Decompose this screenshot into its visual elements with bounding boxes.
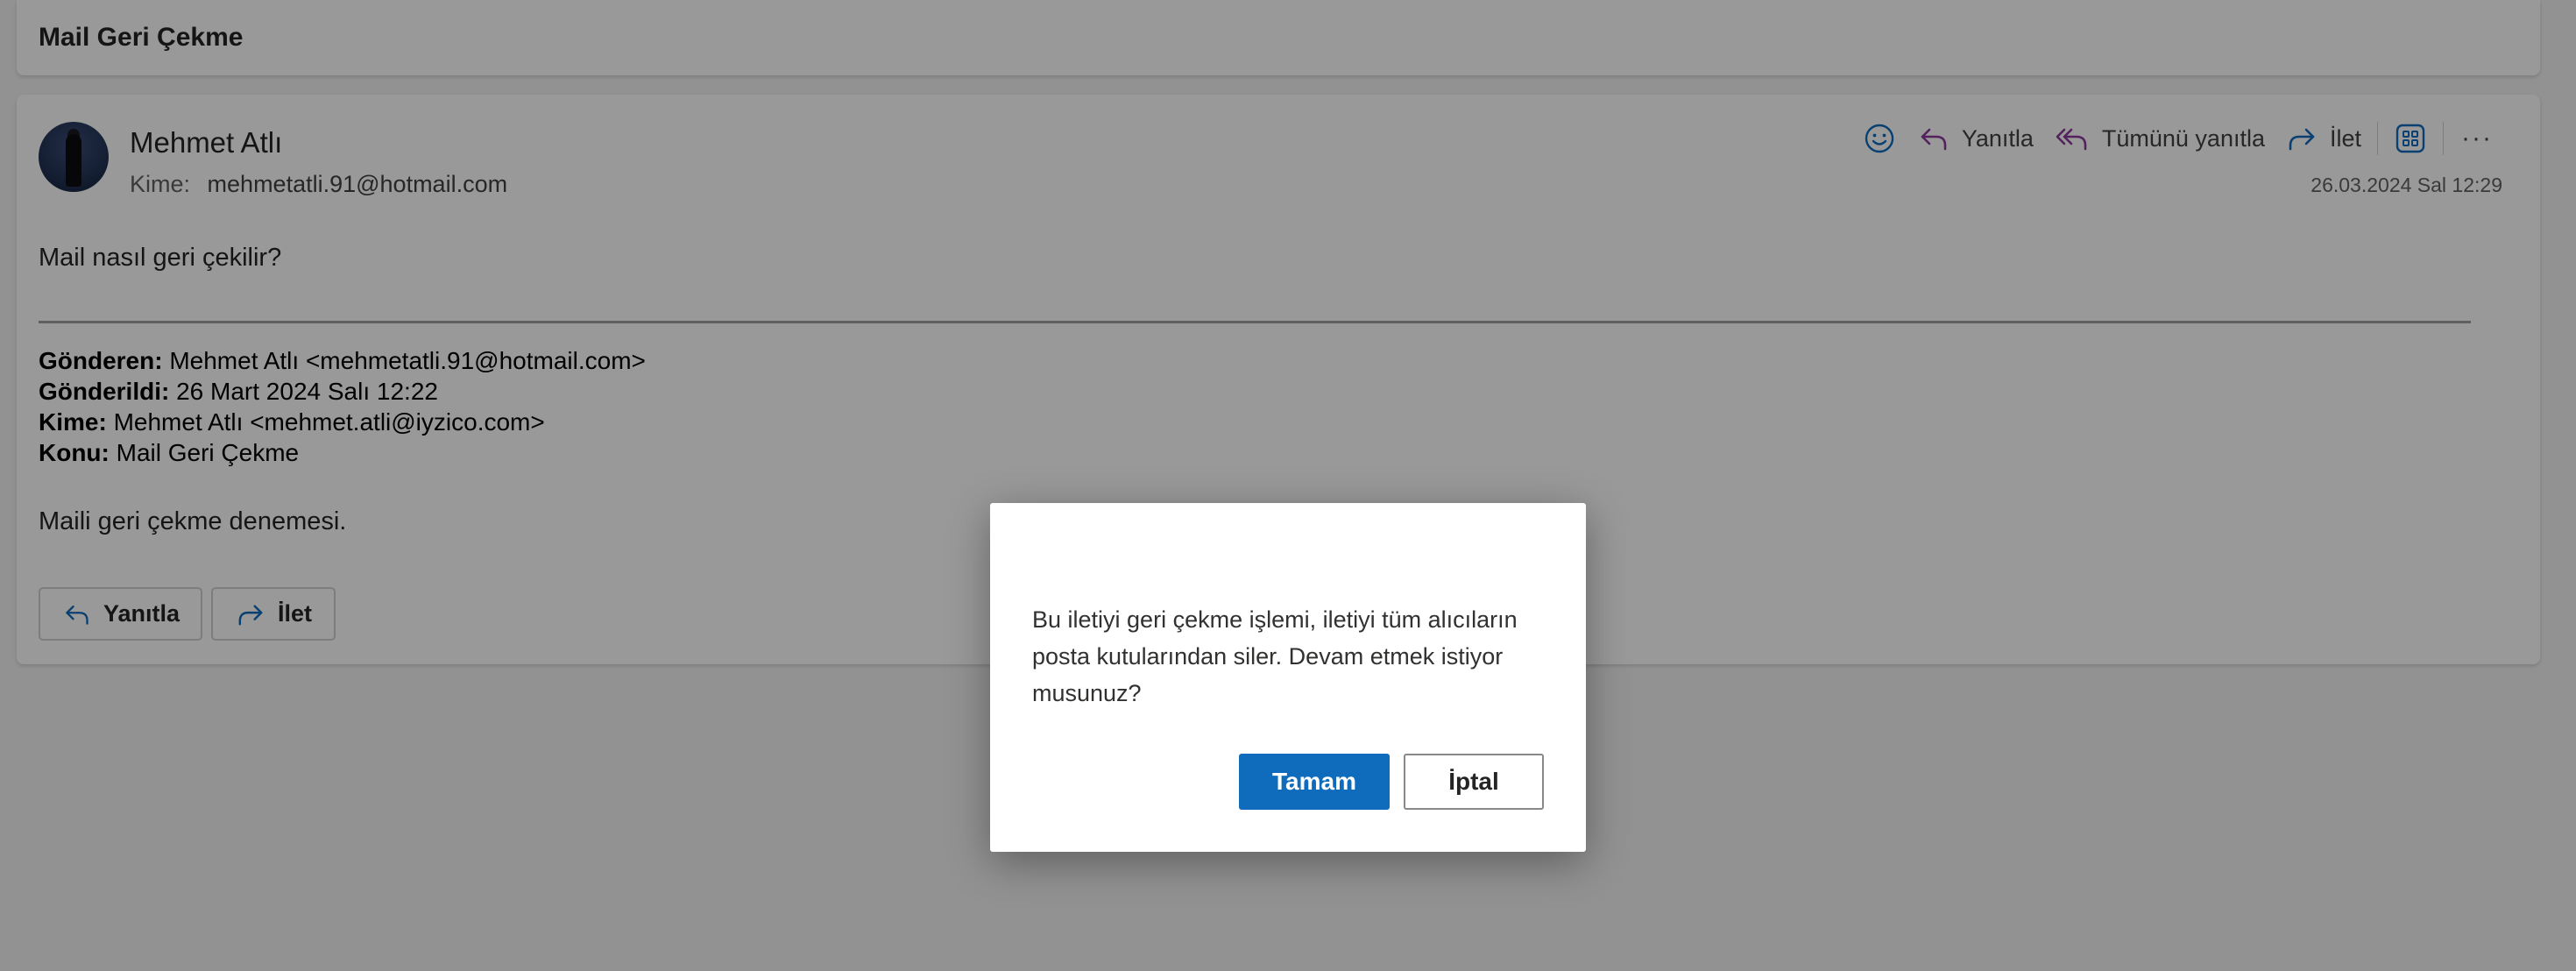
mail-reading-pane: Mail Geri Çekme Mehmet Atlı Kime: mehmet… [0,0,2576,971]
cancel-button[interactable]: İptal [1404,754,1544,810]
recall-confirm-dialog: Bu iletiyi geri çekme işlemi, iletiyi tü… [990,503,1586,852]
dialog-message: Bu iletiyi geri çekme işlemi, iletiyi tü… [1032,606,1518,706]
ok-button[interactable]: Tamam [1239,754,1390,810]
